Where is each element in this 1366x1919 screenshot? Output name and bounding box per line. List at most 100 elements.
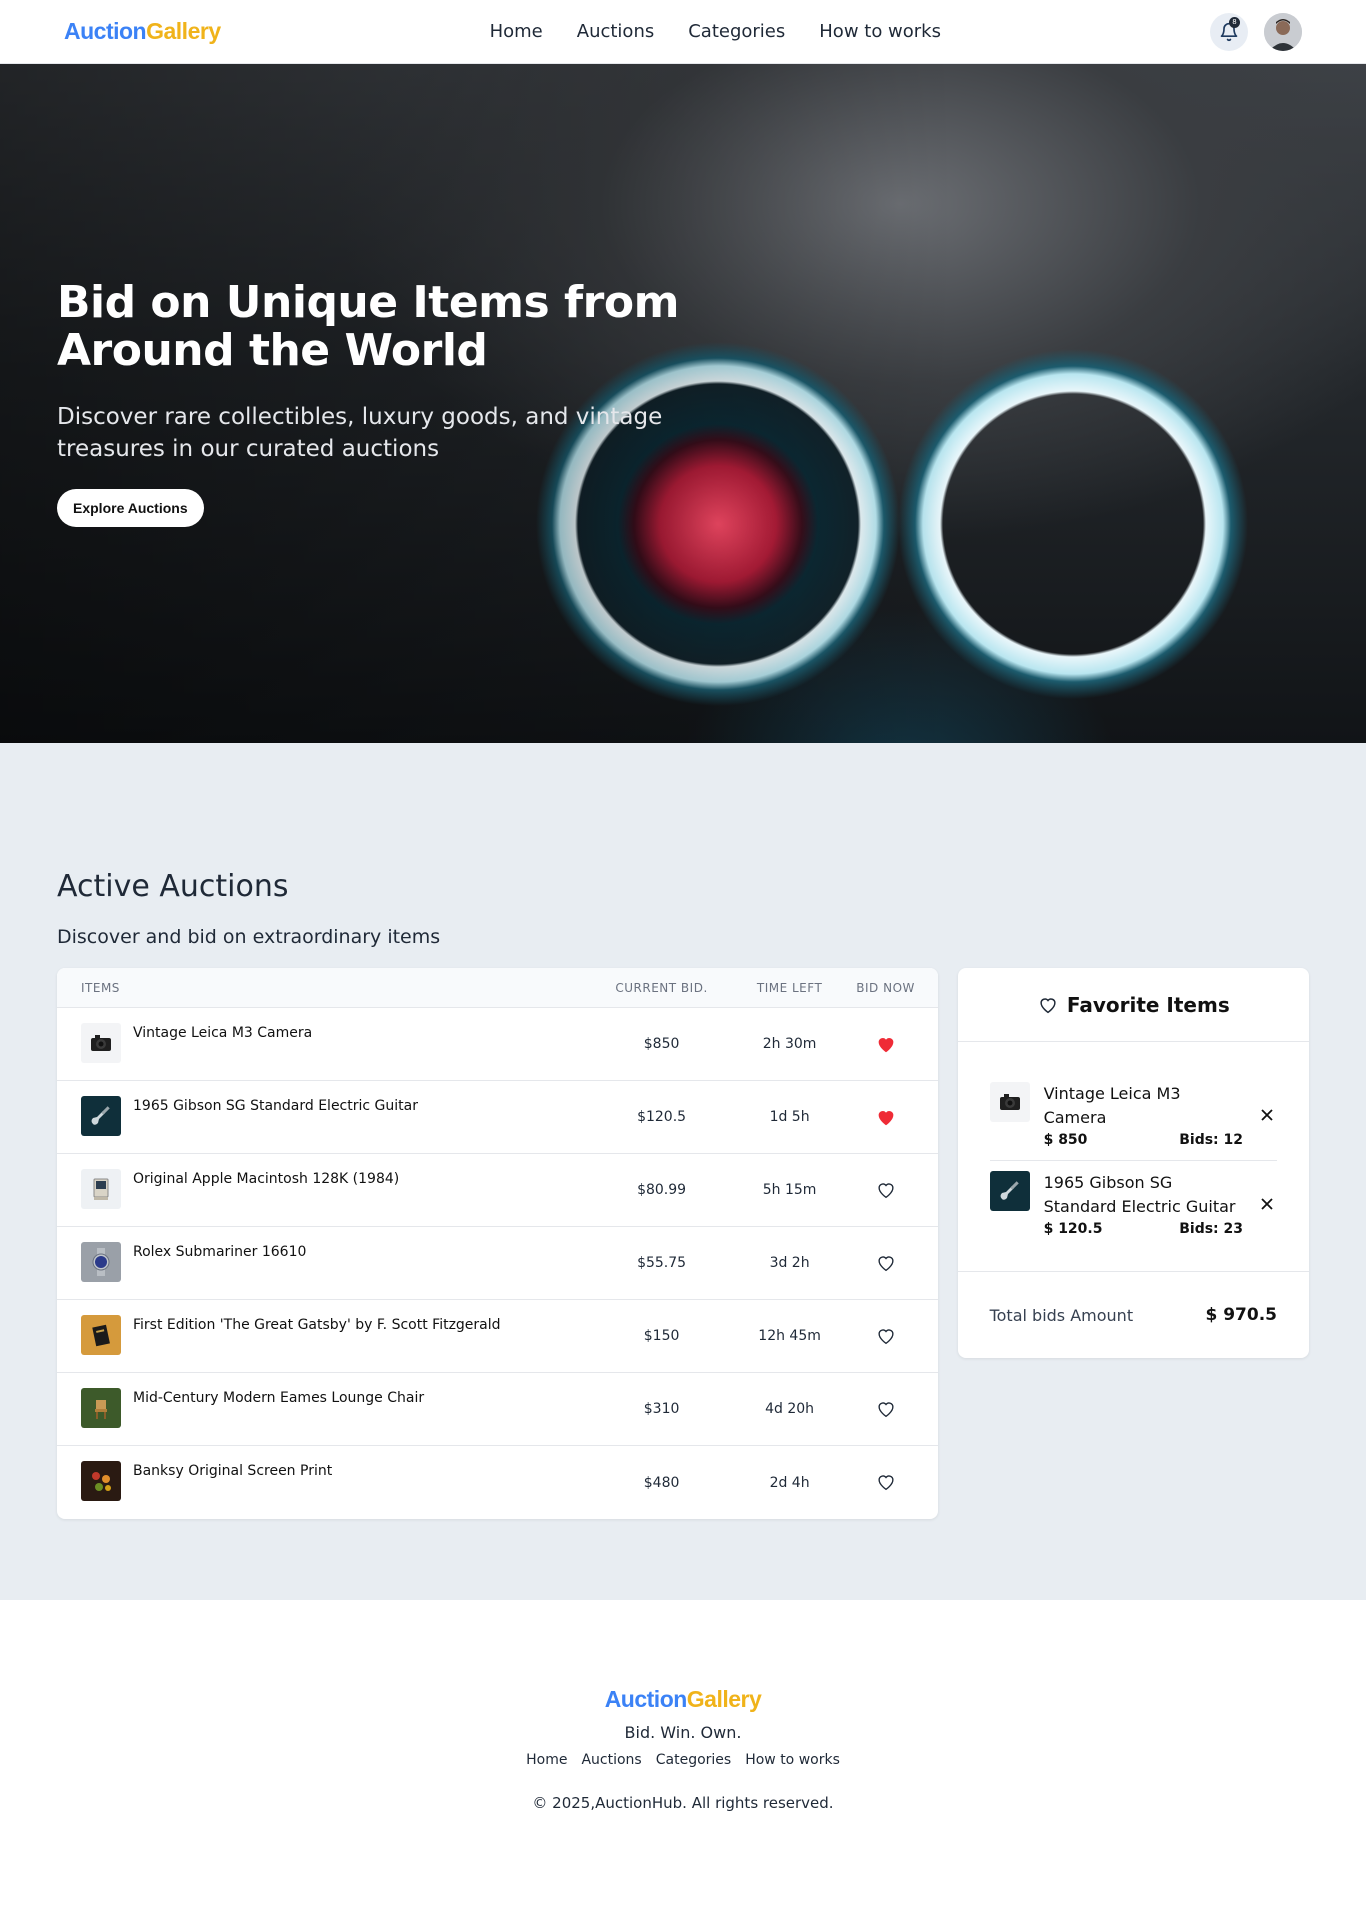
remove-favorite-button[interactable] xyxy=(1257,1082,1277,1148)
column-current-bid: CURRENT BID. xyxy=(615,980,708,995)
auctions-row: ITEMS CURRENT BID. TIME LEFT BID NOW Vin… xyxy=(57,968,1309,1519)
artwork-icon xyxy=(92,1472,111,1491)
column-bid-now: BID NOW xyxy=(856,980,915,995)
item-name[interactable]: Rolex Submariner 16610 xyxy=(133,1242,306,1260)
footer-tagline: Bid. Win. Own. xyxy=(624,1723,742,1742)
column-time-left: TIME LEFT xyxy=(756,980,823,995)
close-icon xyxy=(1261,1198,1273,1210)
table-header: ITEMS CURRENT BID. TIME LEFT BID NOW xyxy=(57,968,938,1008)
footer-link-home[interactable]: Home xyxy=(526,1752,567,1768)
time-left: 5h 15m xyxy=(762,1182,817,1198)
table-row[interactable]: First Edition 'The Great Gatsby' by F. S… xyxy=(57,1300,938,1373)
notification-badge: 8 xyxy=(1228,16,1240,28)
favorite-name: Vintage Leica M3 Camera xyxy=(1043,1084,1181,1127)
time-left: 1d 5h xyxy=(769,1109,810,1125)
current-bid: $150 xyxy=(643,1328,680,1344)
nav-link-how-to-works[interactable]: How to works xyxy=(819,21,941,42)
table-row[interactable]: Original Apple Macintosh 128K (1984) $80… xyxy=(57,1154,938,1227)
camera-thumbnail xyxy=(989,1082,1030,1122)
heart-outline-icon[interactable] xyxy=(872,1249,900,1277)
copyright: © 2025,AuctionHub. All rights reserved. xyxy=(532,1794,834,1812)
favorite-price: $ 120.5 xyxy=(1043,1221,1103,1237)
site-footer: AuctionGallery Bid. Win. Own. Home Aucti… xyxy=(0,1600,1366,1900)
auctions-table: ITEMS CURRENT BID. TIME LEFT BID NOW Vin… xyxy=(57,968,938,1519)
current-bid: $120.5 xyxy=(637,1109,687,1125)
computer-icon xyxy=(93,1178,109,1200)
time-left: 3d 2h xyxy=(769,1255,810,1271)
chair-thumbnail xyxy=(81,1388,121,1428)
favorites-title: Favorite Items xyxy=(1066,992,1230,1017)
nav-link-home[interactable]: Home xyxy=(490,21,543,42)
heart-outline-icon xyxy=(1040,997,1056,1013)
current-bid: $80.99 xyxy=(637,1182,687,1198)
favorite-items-panel: Favorite Items Vintage Leica M3 Camera $… xyxy=(957,968,1309,1358)
footer-logo[interactable]: AuctionGallery xyxy=(0,1686,1366,1713)
time-left: 4d 20h xyxy=(765,1401,815,1417)
table-row[interactable]: 1965 Gibson SG Standard Electric Guitar … xyxy=(57,1081,938,1154)
user-avatar[interactable] xyxy=(1263,12,1302,51)
notifications-button[interactable]: 8 xyxy=(1209,12,1248,51)
item-name[interactable]: Banksy Original Screen Print xyxy=(133,1461,332,1479)
table-row[interactable]: Banksy Original Screen Print $480 2d 4h xyxy=(57,1446,938,1519)
logo-part-1: Auction xyxy=(604,1686,688,1712)
nav-link-categories[interactable]: Categories xyxy=(688,21,785,42)
heart-outline-icon[interactable] xyxy=(872,1468,900,1496)
favorite-price: $ 850 xyxy=(1043,1132,1088,1148)
current-bid: $310 xyxy=(643,1401,680,1417)
time-left: 12h 45m xyxy=(758,1328,821,1344)
footer-link-categories[interactable]: Categories xyxy=(656,1752,731,1768)
footer-link-how-to-works[interactable]: How to works xyxy=(745,1752,840,1768)
favorite-bids: Bids: 23 xyxy=(1179,1221,1243,1237)
watch-icon xyxy=(92,1248,110,1276)
close-icon xyxy=(1261,1109,1273,1121)
heart-filled-icon[interactable] xyxy=(872,1030,900,1058)
heart-filled-icon[interactable] xyxy=(872,1103,900,1131)
section-title: Active Auctions xyxy=(57,869,289,904)
heart-outline-icon[interactable] xyxy=(872,1395,900,1423)
camera-icon xyxy=(999,1094,1020,1110)
table-row[interactable]: Mid-Century Modern Eames Lounge Chair $3… xyxy=(57,1373,938,1446)
guitar-thumbnail xyxy=(81,1096,121,1136)
user-avatar-icon xyxy=(1263,12,1302,51)
heart-outline-icon[interactable] xyxy=(872,1176,900,1204)
logo-part-2: Gallery xyxy=(686,1686,762,1712)
current-bid: $850 xyxy=(643,1036,680,1052)
explore-auctions-button[interactable]: Explore Auctions xyxy=(57,489,204,527)
heart-outline-icon[interactable] xyxy=(872,1322,900,1350)
column-items: ITEMS xyxy=(81,980,120,995)
item-name[interactable]: Mid-Century Modern Eames Lounge Chair xyxy=(133,1388,424,1406)
favorite-item: 1965 Gibson SG Standard Electric Guitar … xyxy=(989,1161,1277,1249)
item-name[interactable]: Original Apple Macintosh 128K (1984) xyxy=(133,1169,399,1187)
item-cell: Banksy Original Screen Print xyxy=(57,1446,598,1519)
guitar-icon xyxy=(91,1106,110,1125)
current-bid: $55.75 xyxy=(637,1255,687,1271)
item-cell: Rolex Submariner 16610 xyxy=(57,1227,598,1299)
site-logo[interactable]: AuctionGallery xyxy=(64,18,221,45)
current-bid: $480 xyxy=(643,1474,680,1491)
remove-favorite-button[interactable] xyxy=(1257,1171,1277,1237)
favorite-info: 1965 Gibson SG Standard Electric Guitar … xyxy=(1044,1171,1243,1237)
site-header: AuctionGallery Home Auctions Categories … xyxy=(0,0,1366,64)
item-name[interactable]: 1965 Gibson SG Standard Electric Guitar xyxy=(133,1096,418,1114)
favorite-meta: $ 120.5 Bids: 23 xyxy=(1044,1221,1243,1237)
footer-link-auctions[interactable]: Auctions xyxy=(581,1752,641,1768)
hero-subtitle: Discover rare collectibles, luxury goods… xyxy=(57,404,663,462)
total-label: Total bids Amount xyxy=(989,1305,1134,1325)
item-cell: Vintage Leica M3 Camera xyxy=(57,1008,598,1080)
item-name[interactable]: First Edition 'The Great Gatsby' by F. S… xyxy=(133,1315,501,1333)
hero-content: Bid on Unique Items from Around the Worl… xyxy=(57,279,697,527)
favorite-bids: Bids: 12 xyxy=(1179,1132,1243,1148)
camera-thumbnail xyxy=(81,1023,121,1063)
macintosh-thumbnail xyxy=(81,1169,121,1209)
time-left: 2h 30m xyxy=(762,1036,817,1052)
nav-link-auctions[interactable]: Auctions xyxy=(577,21,654,42)
table-row[interactable]: Vintage Leica M3 Camera $850 2h 30m xyxy=(57,1008,938,1081)
item-cell: First Edition 'The Great Gatsby' by F. S… xyxy=(57,1300,598,1372)
item-cell: Original Apple Macintosh 128K (1984) xyxy=(57,1154,598,1226)
item-cell: Mid-Century Modern Eames Lounge Chair xyxy=(57,1373,598,1445)
camera-icon xyxy=(91,1035,111,1051)
total-amount: $ 970.5 xyxy=(1205,1305,1277,1325)
favorite-meta: $ 850 Bids: 12 xyxy=(1044,1132,1243,1148)
table-row[interactable]: Rolex Submariner 16610 $55.75 3d 2h xyxy=(57,1227,938,1300)
item-name[interactable]: Vintage Leica M3 Camera xyxy=(133,1023,312,1041)
